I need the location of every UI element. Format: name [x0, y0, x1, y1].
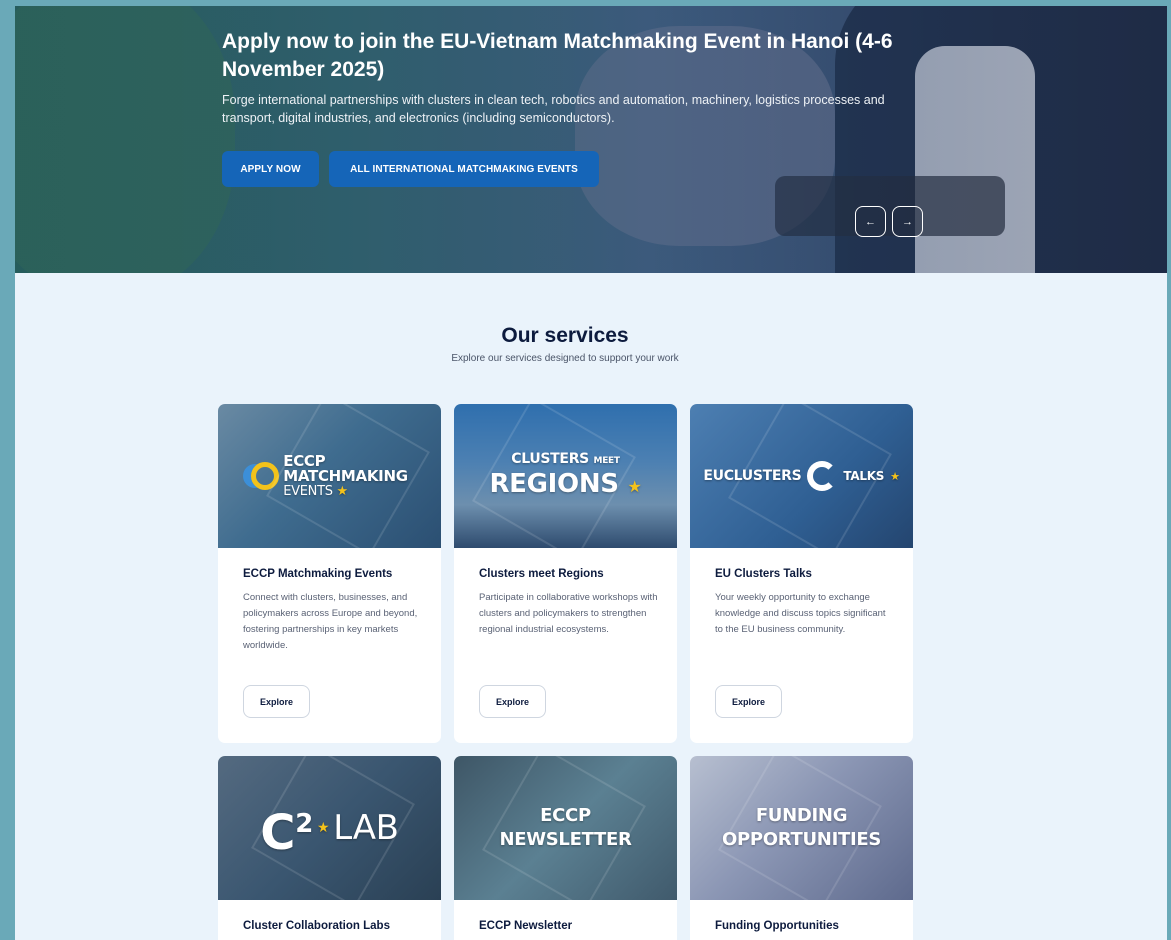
hexagon-decoration — [251, 756, 415, 908]
hexagon-decoration — [266, 404, 430, 556]
hero-banner: Apply now to join the EU-Vietnam Matchma… — [15, 6, 1167, 273]
card-banner: ECCP MATCHMAKING EVENTS ★ — [218, 404, 441, 556]
card-banner: C2 ★ LAB — [218, 756, 441, 908]
card-title: EU Clusters Talks — [715, 568, 812, 580]
star-icon: ★ — [627, 476, 642, 496]
service-card-eu-clusters-talks: EUCLUSTERS TALKS ★ EU Clusters Talks You… — [690, 404, 913, 743]
carousel-prev-button[interactable]: ← — [855, 206, 886, 237]
hexagon-decoration — [482, 756, 646, 910]
service-card-eccp-newsletter: ECCP NEWSLETTER ECCP Newsletter — [454, 756, 677, 940]
explore-button[interactable]: Explore — [479, 685, 546, 718]
arrow-left-icon: ← — [865, 215, 876, 228]
service-card-funding-opportunities: FUNDING OPPORTUNITIES Funding Opportunit… — [690, 756, 913, 940]
card-banner: ECCP NEWSLETTER — [454, 756, 677, 910]
card-description: Participate in collaborative workshops w… — [479, 592, 658, 635]
services-title: Our services — [501, 324, 629, 347]
card-banner: EUCLUSTERS TALKS ★ — [690, 404, 913, 558]
hero-description: Forge international partnerships with cl… — [222, 93, 885, 125]
hexagon-decoration — [728, 404, 892, 558]
explore-button[interactable]: Explore — [715, 685, 782, 718]
card-title: Cluster Collaboration Labs — [243, 920, 390, 932]
service-card-clusters-meet-regions: CLUSTERS MEET REGIONS ★ Clusters meet Re… — [454, 404, 677, 743]
card-banner: FUNDING OPPORTUNITIES — [690, 756, 913, 910]
card-title: Clusters meet Regions — [479, 568, 604, 580]
card-title: Funding Opportunities — [715, 920, 839, 932]
arrow-right-icon: → — [902, 215, 913, 228]
card-description: Connect with clusters, businesses, and p… — [243, 592, 418, 651]
card-description: Your weekly opportunity to exchange know… — [715, 592, 886, 635]
service-card-cluster-collaboration-labs: C2 ★ LAB Cluster Collaboration Labs — [218, 756, 441, 940]
service-card-matchmaking: ECCP MATCHMAKING EVENTS ★ ECCP Matchmaki… — [218, 404, 441, 743]
card-banner: CLUSTERS MEET REGIONS ★ — [454, 404, 677, 561]
hero-title: Apply now to join the EU-Vietnam Matchma… — [222, 30, 893, 81]
explore-button[interactable]: Explore — [243, 685, 310, 718]
card-title: ECCP Newsletter — [479, 920, 573, 932]
page: Apply now to join the EU-Vietnam Matchma… — [15, 6, 1167, 940]
star-icon: ★ — [890, 469, 900, 483]
apply-now-button[interactable]: APPLY NOW — [222, 151, 319, 187]
carousel-next-button[interactable]: → — [892, 206, 923, 237]
services-subtitle: Explore our services designed to support… — [451, 353, 679, 364]
hexagon-decoration — [718, 756, 882, 910]
all-matchmaking-events-button[interactable]: ALL INTERNATIONAL MATCHMAKING EVENTS — [329, 151, 599, 187]
hexagon-decoration — [472, 404, 636, 561]
card-title: ECCP Matchmaking Events — [243, 568, 393, 580]
